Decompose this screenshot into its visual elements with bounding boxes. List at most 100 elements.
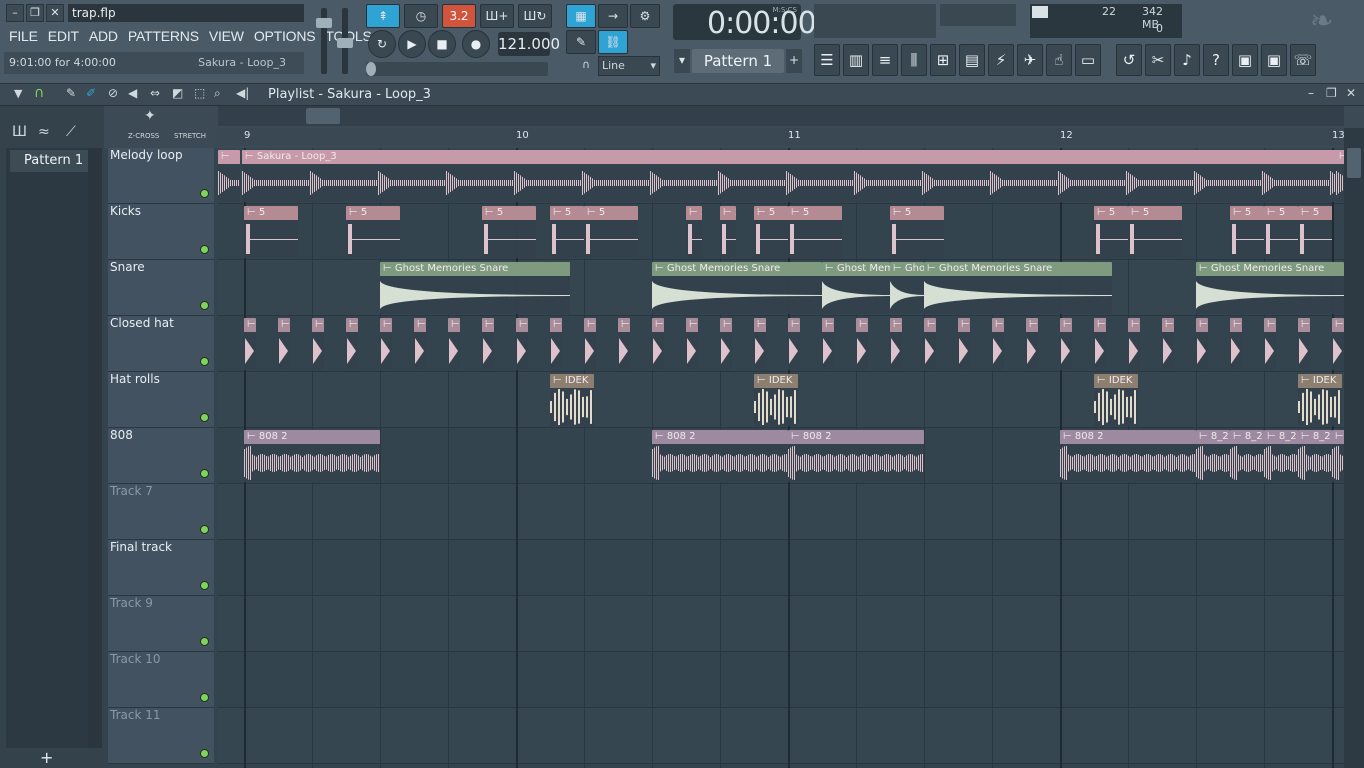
chat-button[interactable]: ☏ — [1290, 44, 1316, 76]
playlist-clip[interactable]: ⊢ 8_2 — [1230, 430, 1264, 482]
playlist-clip[interactable]: ⊢ Ghost Mem — [822, 262, 890, 314]
step-edit-button[interactable]: Ш+ — [480, 4, 514, 28]
vertical-scrollbar[interactable] — [1344, 128, 1364, 768]
playlist-clip[interactable]: ⊢ — [448, 318, 460, 370]
browser-button[interactable]: ⊞ — [930, 44, 956, 76]
playlist-clip[interactable]: ⊢ 5 — [1128, 206, 1182, 258]
playlist-clip[interactable]: ⊢ 5 — [890, 206, 944, 258]
playlist-clip[interactable]: ⊢ Gho — [890, 262, 924, 314]
playlist-clip[interactable]: ⊢ IDEK — [754, 374, 798, 426]
playlist-clip[interactable]: ⊢ 5 — [1264, 206, 1298, 258]
audio-view-icon[interactable]: ≈ — [38, 124, 50, 140]
track-enable-led[interactable] — [200, 525, 209, 534]
playlist-clip[interactable]: ⊢ 808 2 — [244, 430, 380, 482]
playlist-clip[interactable]: ⊢ 5 — [720, 206, 736, 258]
pattern-view-icon[interactable]: Ш — [12, 124, 27, 140]
playlist-clip[interactable]: ⊢ — [754, 318, 766, 370]
pattern-list-scrollbar[interactable] — [88, 148, 102, 748]
cut-button[interactable]: ✂ — [1145, 44, 1171, 76]
filename-field[interactable]: trap.flp — [68, 4, 304, 22]
track-header[interactable]: Track 7 — [108, 484, 214, 540]
track-header[interactable]: Closed hat — [108, 316, 214, 372]
plugins-button[interactable]: ⚡ — [988, 44, 1014, 76]
track-header[interactable]: Snare — [108, 260, 214, 316]
playback-icon[interactable]: ◀| — [236, 86, 249, 100]
playlist-clip[interactable]: ⊢ — [482, 318, 494, 370]
playlist-clip[interactable]: ⊢ — [1336, 150, 1344, 202]
playlist-clip[interactable]: ⊢ 5 — [788, 206, 842, 258]
playlist-clip[interactable]: ⊢ Ghost Memories Snare — [652, 262, 822, 314]
save-as-button[interactable]: ▣ — [1261, 44, 1287, 76]
playlist-clip[interactable]: ⊢ — [1060, 318, 1072, 370]
playlist-clip[interactable]: ⊢ Ghost Memories Snare — [380, 262, 570, 314]
play-button[interactable]: ▶ — [398, 30, 426, 58]
help-button[interactable]: ? — [1203, 44, 1229, 76]
playlist-clip[interactable]: ⊢ — [992, 318, 1004, 370]
track-header[interactable]: Track 11 — [108, 708, 214, 764]
playlist-clip[interactable]: ⊢ 808 2 — [788, 430, 924, 482]
playlist-clip[interactable]: ⊢ — [1094, 318, 1106, 370]
undo-button[interactable]: ↺ — [1116, 44, 1142, 76]
track-enable-led[interactable] — [200, 301, 209, 310]
playlist-clip[interactable]: ⊢ — [1298, 318, 1310, 370]
playlist-clip[interactable]: ⊢ — [550, 318, 562, 370]
track-enable-led[interactable] — [200, 245, 209, 254]
playlist-clip[interactable]: ⊢ — [1264, 318, 1276, 370]
stretch-label[interactable]: STRETCH — [174, 132, 206, 140]
playlist-clip[interactable]: ⊢ — [516, 318, 528, 370]
track-enable-led[interactable] — [200, 693, 209, 702]
track-enable-led[interactable] — [200, 413, 209, 422]
playlist-clip[interactable]: ⊢ IDEK — [550, 374, 594, 426]
delete-icon[interactable]: ⊘ — [108, 86, 118, 100]
waveform-icon[interactable]: ✦ — [144, 108, 156, 124]
playlist-clip[interactable]: ⊢ — [1230, 318, 1242, 370]
playlist-clip[interactable]: ⊢ — [618, 318, 630, 370]
automation-view-icon[interactable]: ⟋ — [66, 124, 76, 140]
pencil-tool-button[interactable]: ✎ — [566, 30, 596, 54]
playlist-clip[interactable]: ⊢ 5 — [482, 206, 536, 258]
snap-select[interactable]: Line ▾ — [598, 56, 660, 76]
playlist-button[interactable]: ☰ — [814, 44, 840, 76]
tempo-tapper-button[interactable]: ☝ — [1046, 44, 1072, 76]
menu-add[interactable]: ADD — [84, 26, 123, 46]
playlist-clip[interactable]: ⊢ Sakura - Loop_3 — [242, 150, 1338, 202]
menu-edit[interactable]: EDIT — [43, 26, 84, 46]
stop-button[interactable]: ■ — [428, 30, 456, 58]
playlist-clip[interactable]: ⊢ Ghost Memories Snare — [1196, 262, 1344, 314]
track-enable-led[interactable] — [200, 189, 209, 198]
master-volume-slider[interactable] — [316, 8, 332, 74]
playlist-clip[interactable]: ⊢ — [244, 318, 256, 370]
playlist-clip[interactable]: ⊢ — [380, 318, 392, 370]
playlist-clip[interactable]: ⊢ Ghost Memories Snare — [924, 262, 1112, 314]
playlist-menu-icon[interactable]: ▼ — [14, 87, 22, 100]
playlist-clip[interactable]: ⊢ 5 — [754, 206, 788, 258]
playlist-clip[interactable]: ⊢ — [652, 318, 664, 370]
window-button[interactable]: ▭ — [1075, 44, 1101, 76]
minimize-icon[interactable]: – — [1308, 86, 1314, 100]
playlist-clip[interactable]: ⊢ 5 — [1094, 206, 1128, 258]
tempo-field[interactable]: 121.000 — [498, 32, 560, 56]
track-enable-led[interactable] — [200, 357, 209, 366]
pattern-list-item[interactable]: Pattern 1 — [10, 150, 88, 172]
playlist-clip[interactable]: ⊢ 5 — [1298, 206, 1332, 258]
track-lane[interactable] — [218, 596, 1344, 652]
keyboard-view-button[interactable]: ▦ — [566, 4, 596, 28]
brush-icon[interactable]: ✐ — [86, 86, 96, 100]
playlist-clip[interactable]: ⊢ — [218, 150, 240, 202]
playlist-clip[interactable]: ⊢ 8_2 — [1264, 430, 1298, 482]
mute-icon[interactable]: ◀ — [128, 86, 137, 100]
playlist-clip[interactable]: ⊢ — [958, 318, 970, 370]
typing-keyboard-button[interactable]: ⇞ — [366, 4, 400, 28]
playlist-clip[interactable]: ⊢ — [890, 318, 902, 370]
zoom-icon[interactable]: ⌕ — [214, 86, 221, 101]
counter-display[interactable]: 3.2 — [442, 4, 476, 28]
track-header[interactable]: Melody loop — [108, 148, 214, 204]
metronome-button[interactable]: ◷ — [404, 4, 438, 28]
playlist-clip[interactable]: ⊢ 5 — [346, 206, 400, 258]
track-enable-led[interactable] — [200, 469, 209, 478]
close-icon[interactable]: ✕ — [46, 4, 64, 22]
playlist-clip[interactable]: ⊢ IDEK — [1298, 374, 1342, 426]
playlist-grid[interactable]: ⊢ ⊢ Sakura - Loop_3⊢ ⊢ 5⊢ 5⊢ 5⊢ 5⊢ 5⊢ 5⊢… — [218, 148, 1344, 768]
playlist-clip[interactable]: ⊢ 8_2 — [1332, 430, 1344, 482]
channel-rack-button[interactable]: ≡ — [872, 44, 898, 76]
